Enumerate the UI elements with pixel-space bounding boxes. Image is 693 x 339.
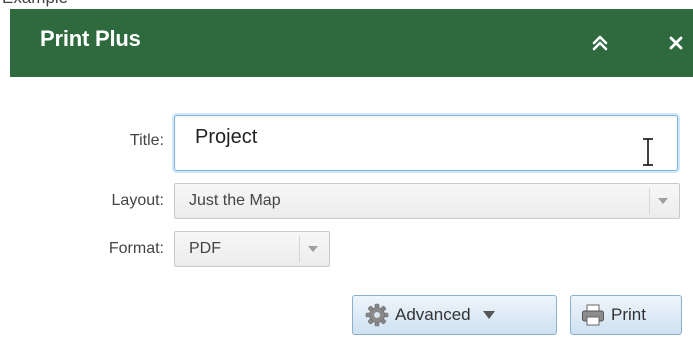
- panel-header: Print Plus: [10, 9, 693, 77]
- format-dropdown-button[interactable]: [299, 236, 325, 262]
- dropdown-arrow-icon: [307, 246, 318, 252]
- double-chevron-up-icon: [592, 35, 608, 51]
- print-label: Print: [611, 305, 646, 324]
- print-button[interactable]: Print: [570, 295, 682, 335]
- gear-icon: [365, 303, 389, 327]
- advanced-label: Advanced: [395, 305, 471, 324]
- title-field[interactable]: [174, 115, 678, 171]
- format-label: Format:: [108, 240, 164, 257]
- panel-title: Print Plus: [40, 26, 141, 51]
- advanced-button[interactable]: Advanced: [352, 295, 557, 335]
- collapse-button[interactable]: [586, 29, 614, 57]
- format-select[interactable]: PDF: [174, 231, 330, 267]
- title-input[interactable]: [175, 116, 677, 170]
- dropdown-arrow-icon: [657, 198, 668, 204]
- text-cursor-icon: [643, 138, 653, 166]
- format-value: PDF: [189, 240, 221, 257]
- layout-select[interactable]: Just the Map: [174, 183, 680, 219]
- layout-label: Layout:: [111, 192, 164, 209]
- close-button[interactable]: [662, 29, 690, 57]
- title-label: Title:: [129, 132, 164, 149]
- layout-dropdown-button[interactable]: [649, 188, 675, 214]
- layout-value: Just the Map: [189, 192, 281, 209]
- printer-icon: [582, 304, 604, 326]
- caption-label: Example: [2, 0, 68, 8]
- print-plus-widget: Example Print Plus Title: Layout: Just t…: [0, 0, 693, 339]
- caption-text: Example: [0, 0, 693, 9]
- dropdown-arrow-icon: [482, 311, 495, 319]
- close-icon: [669, 36, 683, 50]
